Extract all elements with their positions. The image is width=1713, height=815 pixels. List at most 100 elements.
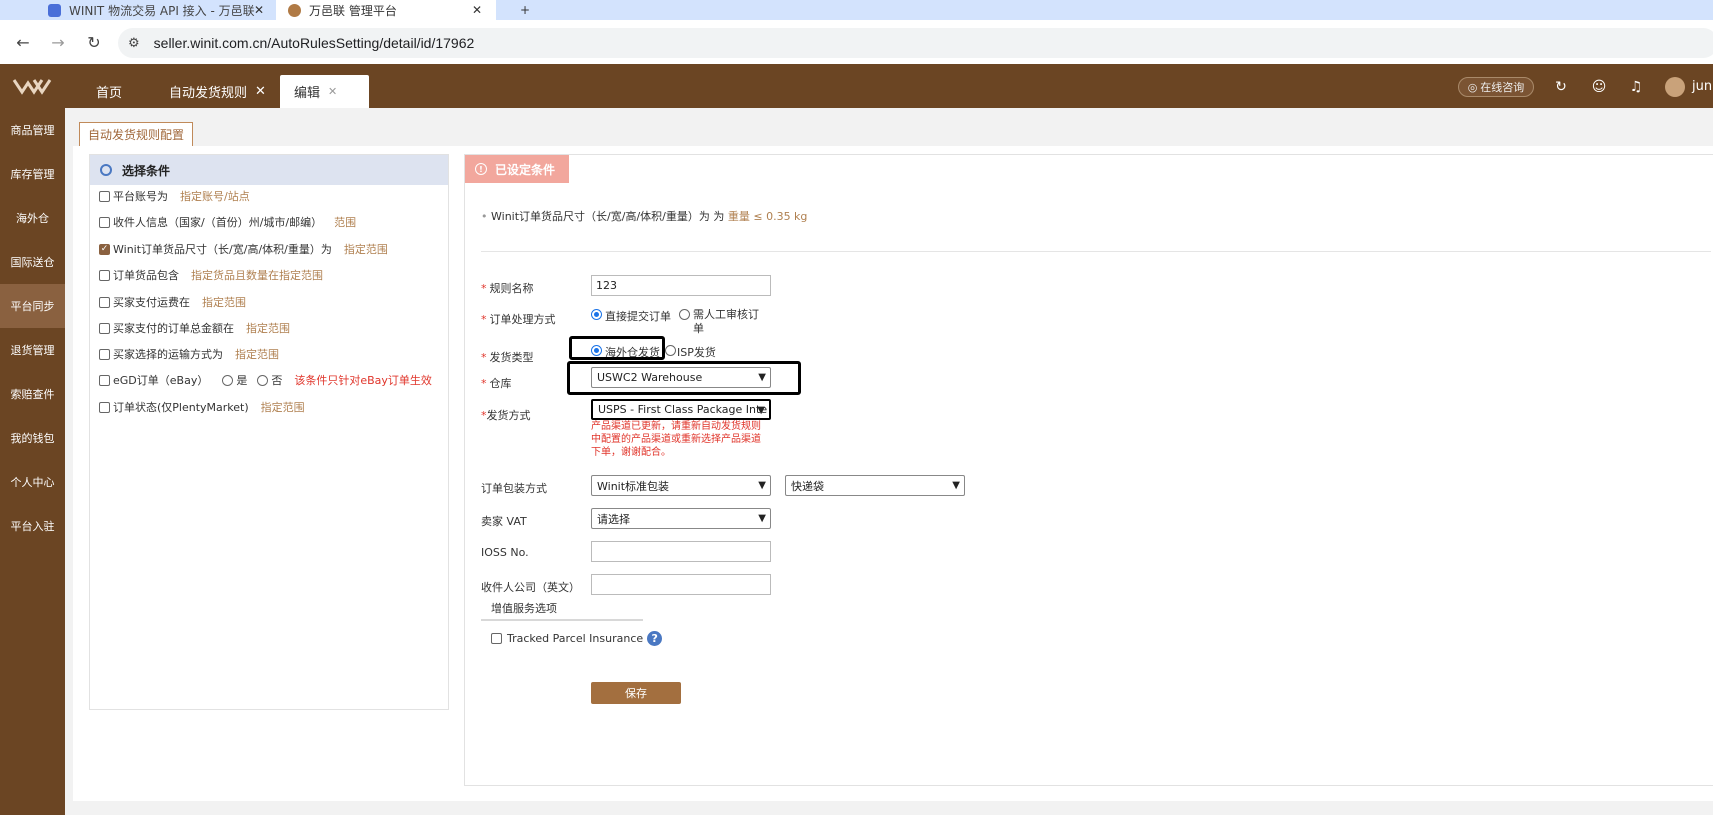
condition-checkbox[interactable] (99, 374, 110, 386)
rule-name-input[interactable]: 123 (591, 275, 771, 296)
chevron-down-icon: ▼ (758, 480, 766, 491)
ship-method-select[interactable]: USPS - First Class Package Inte ▼ (591, 399, 771, 420)
sidebar-item-label: 国际送仓 (10, 256, 55, 269)
channel-update-warning: 产品渠道已更新，请重新自动发货规则中配置的产品渠道或重新选择产品渠道下单，谢谢配… (591, 421, 761, 458)
condition-checkbox[interactable] (99, 322, 110, 334)
new-tab-icon[interactable]: + (520, 0, 530, 20)
condition-range-link[interactable]: 指定账号/站点 (180, 188, 250, 204)
tab-edit[interactable]: 编辑 ✕ (280, 75, 369, 108)
set-condition-is: 为 (713, 210, 728, 223)
packaging-type-select[interactable]: Winit标准包装 ▼ (591, 475, 771, 496)
sidebar-item-claims[interactable]: 索赔查件 (0, 372, 65, 416)
sidebar-item-platform-onboarding[interactable]: 平台入驻 (0, 504, 65, 548)
recipient-company-input[interactable] (591, 574, 771, 595)
process-direct-radio[interactable] (591, 309, 602, 320)
username[interactable]: jun (1692, 79, 1712, 94)
condition-selector-header: 选择条件 (90, 155, 448, 185)
rule-settings: ! 已设定条件 • Winit订单货品尺寸（长/宽/高/体积/重量）为 为 重量… (464, 154, 1713, 786)
packaging-material-select[interactable]: 快递袋 ▼ (785, 475, 965, 496)
condition-checkbox[interactable]: ✓ (99, 243, 110, 255)
sidebar-item-label: 索赔查件 (10, 388, 55, 401)
config-panel: 选择条件 平台账号为 指定账号/站点 收件人信息（国家/（首份）州/城市/邮编）… (73, 146, 1713, 801)
close-tab-icon[interactable]: ✕ (472, 3, 482, 17)
sidebar-item-overseas-warehouse[interactable]: 海外仓 (0, 196, 65, 240)
online-consult-button[interactable]: ◎ 在线咨询 (1458, 77, 1534, 97)
tab-auto-ship-rules[interactable]: 自动发货规则 ✕ (155, 75, 280, 108)
smile-icon[interactable]: ☺ (1591, 79, 1607, 95)
help-icon[interactable]: ? (647, 631, 663, 646)
condition-range-link[interactable]: 指定范围 (235, 346, 279, 362)
process-manual-label: 需人工审核订单 (693, 308, 759, 335)
condition-range-link[interactable]: 指定货品且数量在指定范围 (191, 267, 323, 283)
ship-type-overseas-radio[interactable] (591, 345, 602, 356)
sidebar-item-wallet[interactable]: 我的钱包 (0, 416, 65, 460)
condition-label: 订单货品包含 (113, 269, 179, 282)
ship-type-isp-option[interactable]: ISP发货 (665, 344, 716, 360)
consult-icon: ◎ (1467, 80, 1478, 94)
ship-type-isp-radio[interactable] (665, 345, 676, 356)
sidebar-item-intl-delivery[interactable]: 国际送仓 (0, 240, 65, 284)
vat-select[interactable]: 请选择 ▼ (591, 508, 771, 529)
condition-order-status: 订单状态(仅PlentyMarket) 指定范围 (99, 399, 305, 415)
browser-tab-winit-api[interactable]: WINIT 物流交易 API 接入 - 万邑联 ✕ (48, 0, 268, 20)
insurance-checkbox[interactable] (491, 633, 502, 644)
avatar[interactable] (1665, 77, 1685, 97)
sidebar-item-platform-sync[interactable]: 平台同步 (0, 284, 65, 328)
address-bar[interactable]: ⚙ seller.winit.com.cn/AutoRulesSetting/d… (118, 28, 1713, 58)
set-condition-value: 重量 ≤ 0.35 kg (727, 210, 808, 223)
warehouse-select[interactable]: USWC2 Warehouse ▼ (591, 367, 771, 388)
condition-label: Winit订单货品尺寸（长/宽/高/体积/重量）为 (113, 243, 332, 256)
ioss-input[interactable] (591, 541, 771, 562)
ship-type-isp-label: ISP发货 (677, 346, 716, 359)
consult-label: 在线咨询 (1480, 81, 1525, 94)
condition-checkbox[interactable] (99, 216, 110, 228)
condition-range-link[interactable]: 指定范围 (246, 320, 290, 336)
sidebar-item-label: 海外仓 (16, 212, 49, 225)
condition-egd-order: eGD订单（eBay） 是 否 该条件只针对eBay订单生效 (99, 372, 432, 388)
condition-checkbox[interactable] (99, 190, 110, 202)
vat-value: 请选择 (597, 512, 630, 526)
condition-selector: 选择条件 平台账号为 指定账号/站点 收件人信息（国家/（首份）州/城市/邮编）… (89, 154, 449, 710)
process-manual-radio[interactable] (679, 309, 690, 320)
process-method-label: * 订单处理方式 (481, 313, 556, 326)
set-conditions-title: 已设定条件 (495, 162, 556, 177)
process-direct-option[interactable]: 直接提交订单 (591, 308, 671, 324)
divider (481, 251, 1711, 252)
sidebar: 商品管理 库存管理 海外仓 国际送仓 平台同步 退货管理 索赔查件 我的钱包 个… (0, 108, 65, 815)
sidebar-item-inventory[interactable]: 库存管理 (0, 152, 65, 196)
save-button[interactable]: 保存 (591, 682, 681, 704)
page-tab-auto-rule-config[interactable]: 自动发货规则配置 (79, 122, 194, 146)
condition-range-link[interactable]: 范围 (334, 214, 356, 230)
sidebar-item-label: 退货管理 (10, 344, 55, 357)
site-settings-icon[interactable]: ⚙ (128, 36, 140, 51)
ship-method-value: USPS - First Class Package Inte (598, 403, 768, 416)
browser-tab-admin[interactable]: 万邑联 管理平台 ✕ (276, 0, 496, 20)
egd-no-radio[interactable] (257, 374, 269, 386)
close-icon[interactable]: ✕ (328, 85, 337, 98)
condition-checkbox[interactable] (99, 269, 110, 281)
vat-label: 卖家 VAT (481, 515, 527, 528)
condition-range-link[interactable]: 指定范围 (344, 241, 388, 257)
condition-range-link[interactable]: 指定范围 (202, 294, 246, 310)
condition-range-link[interactable]: 指定范围 (261, 399, 305, 415)
sidebar-item-returns[interactable]: 退货管理 (0, 328, 65, 372)
back-arrow-icon[interactable]: ← (12, 31, 34, 53)
forward-arrow-icon[interactable]: → (47, 31, 69, 53)
condition-checkbox[interactable] (99, 348, 110, 360)
close-icon[interactable]: ✕ (255, 84, 266, 99)
chevron-down-icon: ▼ (758, 513, 766, 524)
refresh-icon[interactable]: ↻ (1553, 79, 1569, 95)
egd-yes-label: 是 (236, 374, 248, 387)
bell-icon[interactable]: ♫ (1628, 79, 1644, 95)
process-manual-option[interactable]: 需人工审核订单 (679, 308, 767, 336)
tab-home[interactable]: 首页 (82, 75, 136, 108)
tab-value-added-services[interactable]: 增值服务选项 (481, 596, 643, 621)
ship-type-overseas-option[interactable]: 海外仓发货 (591, 344, 660, 360)
condition-checkbox[interactable] (99, 401, 110, 413)
condition-checkbox[interactable] (99, 296, 110, 308)
sidebar-item-products[interactable]: 商品管理 (0, 108, 65, 152)
sidebar-item-profile[interactable]: 个人中心 (0, 460, 65, 504)
egd-yes-radio[interactable] (222, 374, 234, 386)
reload-icon[interactable]: ↻ (83, 31, 105, 53)
close-tab-icon[interactable]: ✕ (254, 3, 264, 17)
